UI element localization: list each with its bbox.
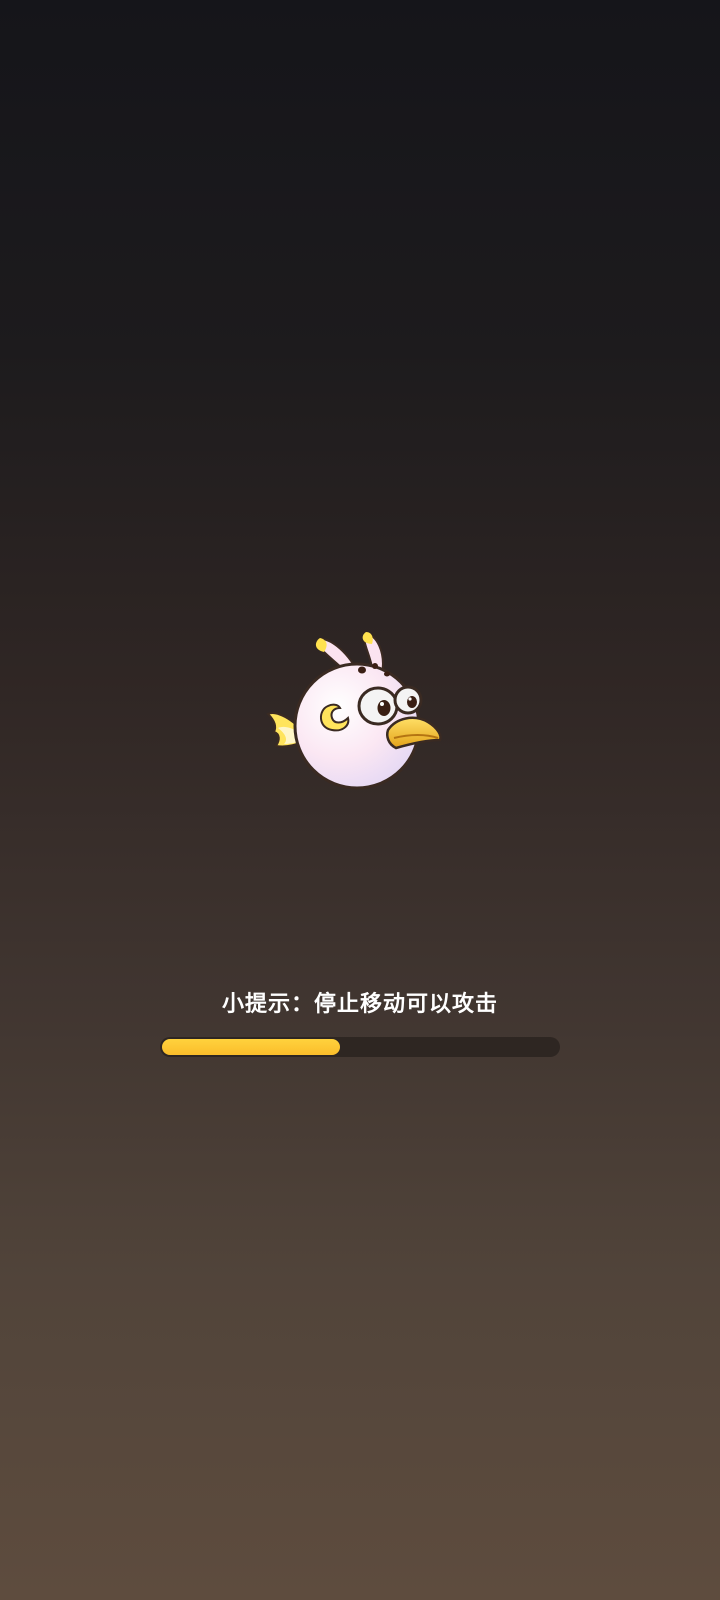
loading-area: 小提示：停止移动可以攻击 — [0, 990, 720, 1057]
loading-tip-text: 小提示：停止移动可以攻击 — [221, 992, 498, 1017]
bird-mascot-icon — [262, 630, 462, 805]
loading-progress-fill — [162, 1039, 340, 1055]
loading-progress-bar — [160, 1037, 560, 1057]
loading-screen: 小提示：停止移动可以攻击 — [0, 0, 720, 1600]
